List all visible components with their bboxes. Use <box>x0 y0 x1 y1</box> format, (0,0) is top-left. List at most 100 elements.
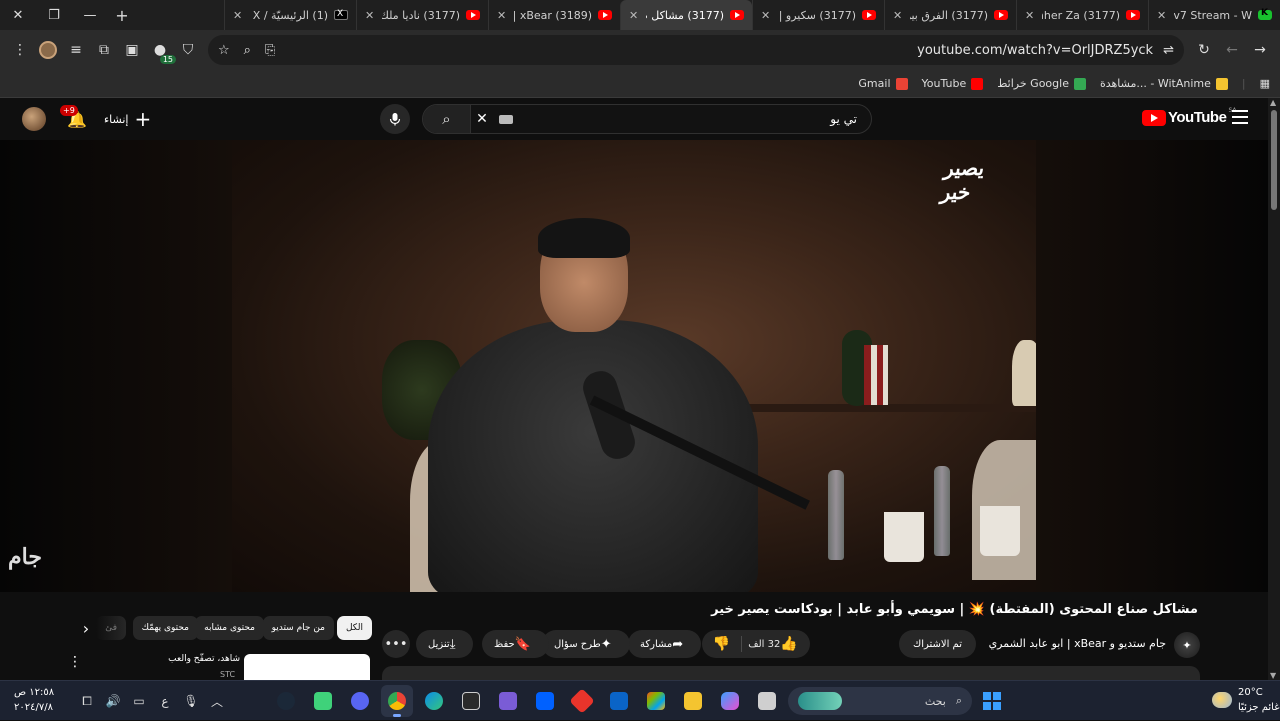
file-explorer-app-icon[interactable] <box>677 685 709 717</box>
address-bar[interactable]: ☆ ⌕ ⎘ youtube.com/watch?v=OrlJDRZ5yck ⇌ <box>208 35 1184 65</box>
window-minimize-button[interactable]: — <box>72 0 108 30</box>
create-button[interactable]: إنشاء + <box>104 106 151 132</box>
browser-tab[interactable]: (3177) مشاكل ص ✕ <box>620 0 752 30</box>
tab-close-icon[interactable]: ✕ <box>1025 9 1034 22</box>
share-button[interactable]: ➦ مشاركة <box>628 630 702 658</box>
browser-menu-icon[interactable]: ⋮ <box>6 36 34 64</box>
discord-app-icon[interactable] <box>344 685 376 717</box>
browser-tab[interactable]: (3177) سكيرو | ح ✕ <box>752 0 884 30</box>
chip-more[interactable]: فئ <box>96 616 126 640</box>
notifications-bell-icon[interactable]: 🔔 +9 <box>60 105 90 132</box>
description-box[interactable] <box>382 666 1200 680</box>
window-close-button[interactable]: ✕ <box>0 0 36 30</box>
tab-close-icon[interactable]: ✕ <box>233 9 242 22</box>
voice-search-button[interactable] <box>380 104 410 134</box>
site-settings-icon[interactable]: ⇌ <box>1163 43 1174 58</box>
extensions-icon[interactable]: ⧉ <box>90 36 118 64</box>
chrome-app-icon[interactable] <box>381 685 413 717</box>
hamburger-menu-icon[interactable] <box>1232 110 1248 124</box>
copilot-app-icon[interactable] <box>714 685 746 717</box>
input-language[interactable]: ع <box>152 694 178 708</box>
page-scrollbar[interactable]: ▲ ▼ <box>1268 98 1280 680</box>
forward-icon[interactable]: → <box>1246 36 1274 64</box>
reload-icon[interactable]: ↻ <box>1190 36 1218 64</box>
bookmark-item[interactable]: خرائط Google <box>997 77 1086 90</box>
tab-close-icon[interactable]: ✕ <box>893 9 902 22</box>
volume-icon[interactable]: 🔊 <box>100 694 126 708</box>
edge-app-icon[interactable] <box>418 685 450 717</box>
notification-icon[interactable]: ⧠ <box>74 694 100 709</box>
extension-badge-icon[interactable]: ● 15 <box>146 36 176 64</box>
chip-all[interactable]: الكل <box>336 616 372 640</box>
scroll-up-icon[interactable]: ▲ <box>1270 98 1276 107</box>
red-app-icon[interactable] <box>566 685 598 717</box>
channel-avatar[interactable]: ✦ <box>1174 632 1200 658</box>
browser-tab[interactable]: (3189) xBear | ي ✕ <box>488 0 620 30</box>
tab-close-icon[interactable]: ✕ <box>761 9 770 22</box>
taskbar-search[interactable]: بحث ⌕ <box>788 687 972 715</box>
recommendation-title[interactable]: شاهد، تصفّح والعب <box>136 654 240 664</box>
media-control-icon[interactable]: ≡ <box>62 36 90 64</box>
bookmark-item[interactable]: مشاهدة... - WitAnime <box>1100 77 1228 90</box>
scrollbar-thumb[interactable] <box>1271 110 1277 210</box>
chip-for-you[interactable]: محتوى يهمّك <box>132 616 198 640</box>
tray-overflow-icon[interactable]: ︿ <box>204 693 230 710</box>
browser-tab[interactable]: (3177) الفرق بين ✕ <box>884 0 1016 30</box>
search-input[interactable]: تي يو <box>519 112 871 126</box>
more-actions-button[interactable]: ••• <box>382 630 410 658</box>
epic-games-app-icon[interactable] <box>455 685 487 717</box>
video-player[interactable]: يصير خير جام <box>0 140 1268 592</box>
chip-from-channel[interactable]: من جام ستديو <box>262 616 334 640</box>
download-button[interactable]: ⤓ تنزيل <box>416 630 474 658</box>
channel-name[interactable]: جام ستديو و xBear | ابو عابد الشمري <box>989 637 1166 650</box>
window-app-icon[interactable] <box>751 685 783 717</box>
chips-next-icon[interactable]: › <box>76 618 96 638</box>
extension-icon[interactable]: ▣ <box>118 36 146 64</box>
bookmark-item[interactable]: Gmail <box>858 77 908 90</box>
shield-icon[interactable]: ⛉ <box>174 36 202 64</box>
dropbox-app-icon[interactable] <box>529 685 561 717</box>
keyboard-icon[interactable] <box>499 114 513 124</box>
battery-icon[interactable]: ▭ <box>126 694 152 708</box>
clear-search-icon[interactable]: ✕ <box>471 111 493 127</box>
microphone-tray-icon[interactable]: 🎙 <box>178 694 204 708</box>
recommendation-thumbnail[interactable] <box>244 654 370 680</box>
tab-close-icon[interactable]: ✕ <box>629 9 638 22</box>
browser-tab[interactable]: (3177) ناديا ملك ✕ <box>356 0 488 30</box>
subscribed-button[interactable]: تم الاشتراك <box>898 630 976 658</box>
tab-close-icon[interactable]: ✕ <box>365 9 374 22</box>
recommendation-menu-icon[interactable]: ⋮ <box>68 654 82 670</box>
browser-tab[interactable]: (1) الرئيسيّة / X ✕ <box>224 0 356 30</box>
windows-start-icon[interactable] <box>978 687 1006 715</box>
video-frame[interactable]: يصير خير <box>232 140 1036 592</box>
youtube-logo[interactable]: YouTube SA <box>1142 107 1236 126</box>
bookmark-star-icon[interactable]: ☆ <box>218 43 230 58</box>
window-restore-button[interactable]: ❐ <box>36 0 72 30</box>
ask-button[interactable]: ✦ طرح سؤال <box>542 630 630 658</box>
scroll-down-icon[interactable]: ▼ <box>1270 671 1276 680</box>
system-clock[interactable]: ١٢:٥٨ ص ٢٠٢٤/٧/٨ <box>14 685 54 715</box>
save-button[interactable]: 🔖 حفظ <box>482 630 549 658</box>
account-avatar[interactable] <box>22 107 46 131</box>
bookmark-item[interactable]: YouTube <box>922 77 984 90</box>
profile-avatar[interactable] <box>34 36 62 64</box>
back-icon[interactable]: ← <box>1218 36 1246 64</box>
store-app-icon[interactable] <box>640 685 672 717</box>
all-bookmarks-icon[interactable]: ▦ <box>1260 77 1270 90</box>
tab-close-icon[interactable]: ✕ <box>497 9 506 22</box>
game-app-icon[interactable] <box>307 685 339 717</box>
like-button[interactable]: 👍 32 الف <box>742 636 810 652</box>
install-app-icon[interactable]: ⎘ <box>265 43 275 58</box>
browser-tab[interactable]: Nxv7 Stream - W ✕ <box>1148 0 1280 30</box>
browser-tab[interactable]: (3177) Maher Za ✕ <box>1016 0 1148 30</box>
zoom-icon[interactable]: ⌕ <box>244 43 251 58</box>
new-tab-button[interactable]: + <box>108 0 136 30</box>
weather-widget[interactable]: 20°C غائم جزئيًا <box>1212 685 1279 715</box>
tab-close-icon[interactable]: ✕ <box>1157 9 1166 22</box>
search-button[interactable]: ⌕ <box>423 105 471 133</box>
dislike-button[interactable]: 👎 <box>702 636 742 652</box>
chip-related[interactable]: محتوى مشابه <box>195 616 264 640</box>
outlook-app-icon[interactable] <box>603 685 635 717</box>
visual-studio-app-icon[interactable] <box>492 685 524 717</box>
steam-app-icon[interactable] <box>270 685 302 717</box>
